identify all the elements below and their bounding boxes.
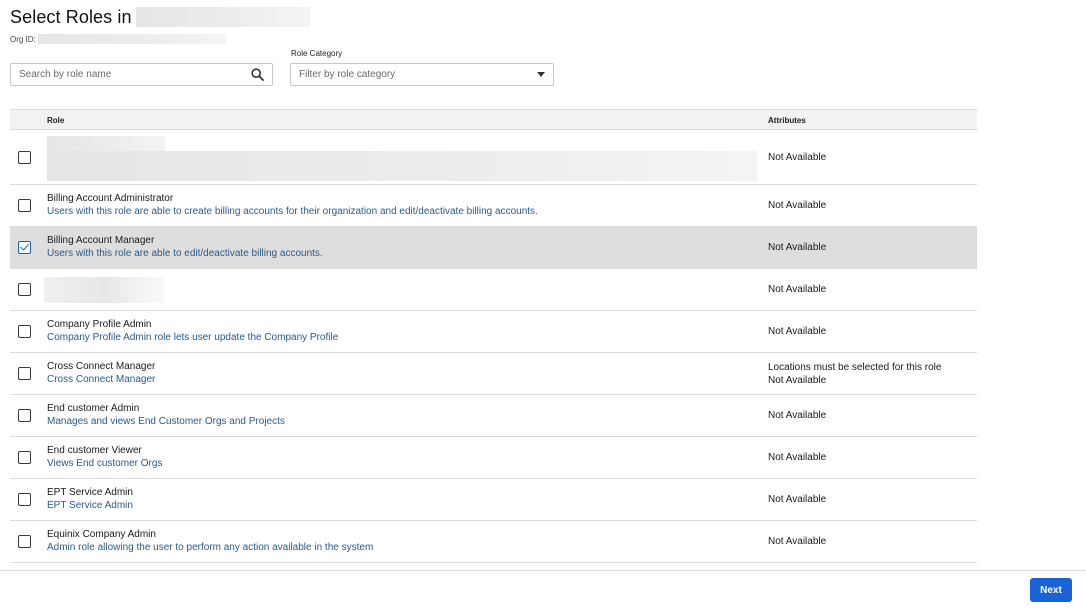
role-description: Admin role allowing the user to perform … (47, 542, 374, 553)
row-checkbox[interactable] (18, 283, 31, 296)
table-row[interactable]: EPT Service Admin EPT Service Admin Not … (10, 479, 977, 521)
role-search-input[interactable] (19, 69, 250, 80)
next-button[interactable]: Next (1030, 578, 1072, 602)
redacted-org-name (135, 7, 310, 27)
role-description: Manages and views End Customer Orgs and … (47, 416, 285, 427)
role-name: End customer Admin (47, 403, 140, 414)
role-attributes: Not Available (768, 284, 827, 295)
footer-bar: Next (0, 570, 1086, 609)
search-icon[interactable] (250, 68, 264, 82)
table-row[interactable]: Cross Connect Manager Cross Connect Mana… (10, 353, 977, 395)
table-row[interactable]: Not Available (10, 130, 977, 185)
role-attributes: Not Available (768, 242, 827, 253)
role-attributes: Not Available (768, 375, 827, 386)
table-row[interactable]: Equinix Company Admin Admin role allowin… (10, 521, 977, 563)
redacted-org-id (37, 34, 226, 44)
table-row[interactable]: Company Profile Admin Company Profile Ad… (10, 311, 977, 353)
role-attributes: Not Available (768, 152, 827, 163)
role-category-placeholder: Filter by role category (299, 69, 396, 80)
role-description: Users with this role are able to edit/de… (47, 248, 323, 259)
role-attribute-location-note: Locations must be selected for this role (768, 362, 942, 373)
row-checkbox[interactable] (18, 493, 31, 506)
row-checkbox-checked[interactable] (18, 241, 31, 254)
role-attributes: Not Available (768, 452, 827, 463)
page-header: Select Roles in Org ID: (10, 6, 310, 45)
role-search-box[interactable] (10, 63, 273, 86)
role-name: Billing Account Administrator (47, 193, 174, 204)
role-description: Cross Connect Manager (47, 374, 156, 385)
role-name: EPT Service Admin (47, 487, 133, 498)
row-checkbox[interactable] (18, 409, 31, 422)
redacted-role-name (47, 136, 165, 151)
role-category-select[interactable]: Filter by role category (290, 63, 554, 86)
table-row-selected[interactable]: Billing Account Manager Users with this … (10, 227, 977, 269)
table-row[interactable]: End customer Viewer Views End customer O… (10, 437, 977, 479)
row-checkbox[interactable] (18, 367, 31, 380)
column-header-attributes: Attributes (768, 116, 806, 125)
role-attributes: Not Available (768, 536, 827, 547)
role-description: Users with this role are able to create … (47, 206, 538, 217)
row-checkbox[interactable] (18, 151, 31, 164)
column-header-role: Role (47, 116, 65, 125)
table-row[interactable]: Billing Account Administrator Users with… (10, 185, 977, 227)
role-description: Company Profile Admin role lets user upd… (47, 332, 339, 343)
roles-table: Role Attributes Not Available Billing Ac… (10, 109, 977, 563)
role-description: EPT Service Admin (47, 500, 133, 511)
table-row[interactable]: End customer Admin Manages and views End… (10, 395, 977, 437)
redacted-role-description (47, 151, 757, 181)
role-attributes: Not Available (768, 494, 827, 505)
row-checkbox[interactable] (18, 451, 31, 464)
role-name: Cross Connect Manager (47, 361, 156, 372)
redacted-role-name (44, 277, 164, 303)
row-checkbox[interactable] (18, 325, 31, 338)
table-row[interactable]: Not Available (10, 269, 977, 311)
row-checkbox[interactable] (18, 199, 31, 212)
page-title: Select Roles in (10, 6, 132, 27)
role-name: Billing Account Manager (47, 235, 155, 246)
org-id-label: Org ID: (10, 34, 36, 44)
role-name: End customer Viewer (47, 445, 142, 456)
role-name: Equinix Company Admin (47, 529, 156, 540)
row-checkbox[interactable] (18, 535, 31, 548)
chevron-down-icon (537, 72, 545, 77)
role-attributes: Not Available (768, 326, 827, 337)
role-attributes: Not Available (768, 410, 827, 421)
role-description: Views End customer Orgs (47, 458, 163, 469)
role-category-label: Role Category (291, 49, 343, 58)
role-name: Company Profile Admin (47, 319, 152, 330)
role-attributes: Not Available (768, 200, 827, 211)
table-header: Role Attributes (10, 109, 977, 130)
